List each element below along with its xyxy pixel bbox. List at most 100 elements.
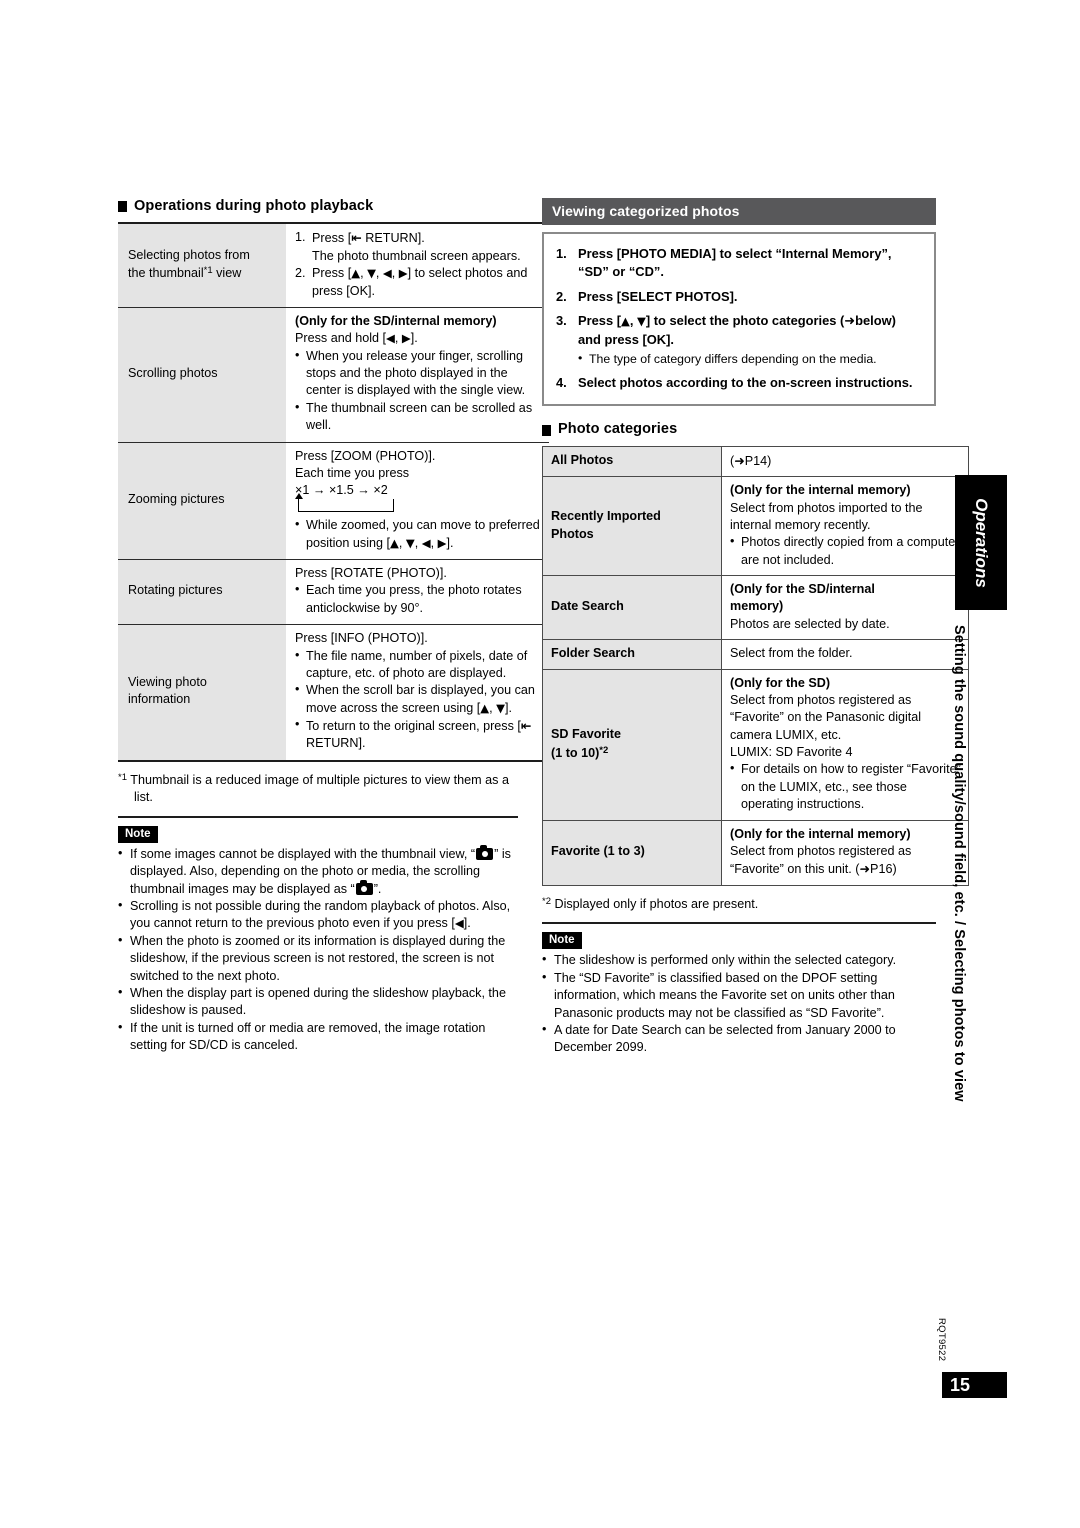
left-column: Operations during photo playback Selecti… <box>118 198 549 1055</box>
table-row: Scrolling photos (Only for the SD/intern… <box>118 306 549 443</box>
list-item: The “SD Favorite” is classified based on… <box>542 969 936 1022</box>
step-text: Press [SELECT PHOTOS]. <box>578 288 738 304</box>
category-desc: (Only for the internal memory) Select fr… <box>721 476 969 577</box>
category-name: SD Favorite (1 to 10)*2 <box>542 668 722 821</box>
table-row: SD Favorite (1 to 10)*2 (Only for the SD)… <box>542 668 969 821</box>
bar-heading-viewing-categorized-photos: Viewing categorized photos <box>542 198 936 226</box>
list-item: 2. Press [▲, ▼, ◀, ▶] to select photos an… <box>295 266 528 298</box>
table-row: Zooming pictures Press [ZOOM (PHOTO)]. E… <box>118 441 549 560</box>
row-label: Zooming pictures <box>118 441 286 560</box>
only-for-note: (Only for the internal memory) <box>730 483 911 498</box>
bullet-list: When you release your finger, scrolling … <box>295 347 543 435</box>
category-desc: Select from the folder. <box>721 639 969 670</box>
list-item: When the photo is zoomed or its informat… <box>118 932 518 985</box>
list-item: For details on how to register “Favorite… <box>730 760 961 813</box>
steps-box: 1. Press [PHOTO MEDIA] to select “Intern… <box>542 232 936 407</box>
list-item: When you release your finger, scrolling … <box>295 347 543 400</box>
step-text: Press [PHOTO MEDIA] to select “Internal … <box>578 246 892 280</box>
category-name: Date Search <box>542 575 722 641</box>
step-number: 4. <box>556 375 567 391</box>
footnote-1: *1 Thumbnail is a reduced image of multi… <box>118 771 509 805</box>
category-desc: (Only for the internal memory) Select fr… <box>721 819 969 886</box>
list-item: The file name, number of pixels, date of… <box>295 647 543 683</box>
step-text: Select photos according to the on-screen… <box>578 375 913 391</box>
section-side-label: Setting the sound quality/sound field, e… <box>951 625 982 1245</box>
table-row: Viewing photo information Press [INFO (PH… <box>118 624 549 762</box>
category-name: All Photos <box>542 445 722 478</box>
operations-table: Selecting photos from the thumbnail*1 vie… <box>118 222 549 762</box>
category-name: Favorite (1 to 3) <box>542 819 722 886</box>
category-desc: (➜P14) <box>721 445 969 478</box>
step-list: 1. Press [⇤ RETURN]. The photo thumbnail s… <box>295 229 543 300</box>
table-row: Rotating pictures Press [ROTATE (PHOTO)]… <box>118 559 549 625</box>
category-name: Folder Search <box>542 639 722 670</box>
lead-text: Select from photos imported to the inter… <box>730 500 923 532</box>
square-bullet-icon <box>542 424 551 436</box>
bullet-list: Each time you press, the photo rotates a… <box>295 581 543 617</box>
list-item: 3. Press [▲, ▼] to select the photo cate… <box>556 312 922 368</box>
row-body: Press [ZOOM (PHOTO)]. Each time you pres… <box>286 441 549 560</box>
square-bullet-icon <box>118 201 127 213</box>
only-for-note: (Only for the internal memory) <box>730 826 911 841</box>
table-row: Selecting photos from the thumbnail*1 vie… <box>118 222 549 308</box>
list-item: 1. Press [PHOTO MEDIA] to select “Intern… <box>556 245 922 282</box>
bullet-list: Photos directly copied from a computer a… <box>730 533 961 569</box>
steps-list: 1. Press [PHOTO MEDIA] to select “Intern… <box>556 245 922 392</box>
table-row: Folder Search Select from the folder. <box>542 639 969 670</box>
manual-page: Operations during photo playback Selecti… <box>0 0 1080 1528</box>
list-item: If the unit is turned off or media are r… <box>118 1019 518 1055</box>
photo-categories-table: All Photos (➜P14) Recently Imported Photo… <box>542 445 969 886</box>
list-item: When the display part is opened during t… <box>118 984 518 1020</box>
list-item: When the scroll bar is displayed, you ca… <box>295 681 543 717</box>
list-item: Scrolling is not possible during the ran… <box>118 897 518 933</box>
list-item: A date for Date Search can be selected f… <box>542 1021 936 1057</box>
zoom-sequence-diagram: ×1 → ×1.5 → ×2 <box>294 483 543 515</box>
lead-text: Press [INFO (PHOTO)]. <box>295 631 428 646</box>
lead-text: Press [ROTATE (PHOTO)]. <box>295 566 447 581</box>
row-label: Selecting photos from the thumbnail*1 vie… <box>118 222 286 308</box>
page-number: 15 <box>942 1372 1007 1398</box>
list-item: 2. Press [SELECT PHOTOS]. <box>556 288 922 306</box>
row-label: Viewing photo information <box>118 624 286 762</box>
right-column: Viewing categorized photos 1. Press [PHO… <box>542 198 969 1057</box>
step-number: 2. <box>556 288 567 304</box>
section-heading-photo-categories-label: Photo categories <box>558 421 678 438</box>
camera-icon <box>476 844 494 860</box>
zoom-sequence-label: ×1 → ×1.5 → ×2 <box>295 483 388 498</box>
row-label: Scrolling photos <box>118 306 286 443</box>
list-item: Photos directly copied from a computer a… <box>730 533 961 569</box>
row-body: (Only for the SD/internal memory) Press … <box>286 306 549 443</box>
list-item: While zoomed, you can move to preferred … <box>295 516 543 552</box>
lead-text: Press and hold [◀, ▶]. <box>295 331 418 346</box>
list-item: The slideshow is performed only within t… <box>542 951 936 969</box>
divider <box>542 922 936 925</box>
category-desc: (Only for the SD/internal memory) Photos … <box>721 575 969 641</box>
only-for-note: (Only for the SD) <box>730 675 831 690</box>
doc-code-text: RQT9522 <box>936 1318 947 1362</box>
chapter-tab: Operations <box>955 475 1007 610</box>
camera-icon <box>355 879 373 895</box>
row-body: 1. Press [⇤ RETURN]. The photo thumbnail s… <box>286 222 549 308</box>
row-body: Press [ROTATE (PHOTO)]. Each time you pr… <box>286 559 549 625</box>
list-item: The thumbnail screen can be scrolled as … <box>295 399 543 435</box>
only-for-note: (Only for the SD/internal memory) <box>730 582 875 614</box>
note-list-right: The slideshow is performed only within t… <box>542 951 936 1057</box>
note-tag: Note <box>542 930 936 952</box>
only-for-note: (Only for the SD/internal memory) <box>295 313 497 328</box>
table-row: Date Search (Only for the SD/internal mem… <box>542 575 969 641</box>
lead-text: Select from photos registered as “Favori… <box>730 843 912 877</box>
chapter-tab-label: Operations <box>972 497 991 588</box>
section-heading-operations-label: Operations during photo playback <box>134 198 374 214</box>
row-body: Press [INFO (PHOTO)]. The file name, num… <box>286 624 549 762</box>
list-item: The type of category differs depending o… <box>578 350 922 368</box>
note-tag: Note <box>118 824 518 846</box>
list-item: 1. Press [⇤ RETURN]. The photo thumbnail s… <box>295 230 521 263</box>
list-item: To return to the original screen, press … <box>295 716 543 753</box>
list-item: Each time you press, the photo rotates a… <box>295 581 543 617</box>
loop-arrow-icon <box>294 493 394 513</box>
section-heading-operations: Operations during photo playback <box>118 198 518 215</box>
bullet-list: The file name, number of pixels, date of… <box>295 647 543 753</box>
lead-text: Press [ZOOM (PHOTO)]. <box>295 448 436 463</box>
lead-text-2: LUMIX: SD Favorite 4 <box>730 745 853 760</box>
step-number: 1. <box>556 246 567 262</box>
